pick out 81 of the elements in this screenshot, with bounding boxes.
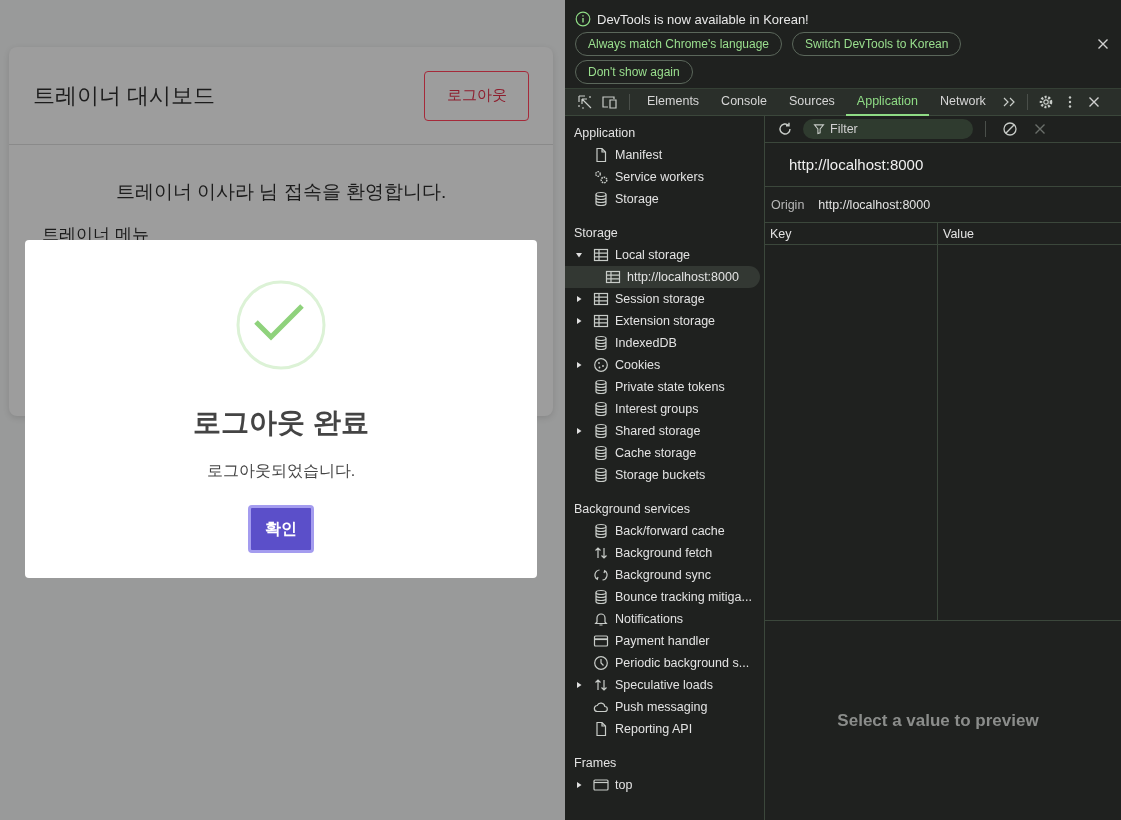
- sidebar-item[interactable]: Payment handler: [565, 630, 760, 652]
- sidebar-item[interactable]: Background sync: [565, 564, 760, 586]
- origin-value: http://localhost:8000: [818, 197, 931, 212]
- page-title: 트레이너 대시보드: [33, 81, 216, 110]
- column-header[interactable]: Key: [765, 223, 937, 245]
- table-icon: [593, 291, 609, 307]
- collapsed-triangle-icon[interactable]: [575, 317, 583, 325]
- sidebar-item[interactable]: Cache storage: [565, 442, 760, 464]
- sidebar-item[interactable]: Local storage: [565, 244, 760, 266]
- sidebar-item[interactable]: Private state tokens: [565, 376, 760, 398]
- window-icon: [593, 777, 609, 793]
- confirm-button[interactable]: 확인: [248, 505, 314, 553]
- database-icon: [593, 423, 609, 439]
- welcome-text: 트레이너 이사라 님 접속을 환영합니다.: [114, 180, 448, 204]
- column-header[interactable]: Value: [937, 223, 1121, 245]
- infobar-message: DevTools is now available in Korean!: [597, 11, 809, 27]
- panel-tab[interactable]: Elements: [636, 88, 711, 116]
- database-icon: [593, 379, 609, 395]
- collapsed-triangle-icon[interactable]: [575, 427, 583, 435]
- sidebar-item[interactable]: Cookies: [565, 354, 760, 376]
- info-icon: [575, 11, 591, 27]
- card-icon: [593, 633, 609, 649]
- cookie-icon: [593, 357, 609, 373]
- file-icon: [593, 721, 609, 737]
- sidebar-item[interactable]: Storage: [565, 188, 760, 210]
- sidebar-section-title: Application: [573, 125, 637, 142]
- sidebar-item[interactable]: http://localhost:8000: [565, 266, 760, 288]
- database-icon: [593, 335, 609, 351]
- database-icon: [593, 191, 609, 207]
- checkmark-icon: [236, 280, 326, 370]
- sidebar-item[interactable]: Extension storage: [565, 310, 760, 332]
- file-icon: [593, 147, 609, 163]
- clock-icon: [593, 655, 609, 671]
- sidebar-item[interactable]: Bounce tracking mitiga...: [565, 586, 760, 608]
- sidebar-item[interactable]: Periodic background s...: [565, 652, 760, 674]
- sidebar-item[interactable]: Interest groups: [565, 398, 760, 420]
- panel-tab[interactable]: Network: [929, 88, 997, 116]
- sidebar-item[interactable]: Speculative loads: [565, 674, 760, 696]
- sidebar-item[interactable]: Background fetch: [565, 542, 760, 564]
- sidebar-item[interactable]: Storage buckets: [565, 464, 760, 486]
- table-icon: [593, 313, 609, 329]
- sync-icon: [593, 567, 609, 583]
- sidebar-section-title: Background services: [573, 501, 692, 518]
- sidebar-item[interactable]: Reporting API: [565, 718, 760, 740]
- panel-tab[interactable]: Application: [845, 88, 929, 116]
- up-down-arrows-icon: [593, 545, 609, 561]
- panel-tab[interactable]: Console: [710, 88, 778, 116]
- sidebar-item[interactable]: IndexedDB: [565, 332, 760, 354]
- origin-title: http://localhost:8000: [765, 143, 1121, 187]
- database-icon: [593, 589, 609, 605]
- sidebar-section-title: Frames: [573, 755, 618, 772]
- database-icon: [593, 401, 609, 417]
- origin-label: Origin: [771, 197, 805, 212]
- sidebar-item[interactable]: Push messaging: [565, 696, 760, 718]
- preview-hint-text: Select a value to preview: [837, 710, 1039, 731]
- table-icon: [605, 269, 621, 285]
- database-icon: [593, 445, 609, 461]
- sidebar-item[interactable]: Back/forward cache: [565, 520, 760, 542]
- bell-icon: [593, 611, 609, 627]
- collapsed-triangle-icon[interactable]: [575, 681, 583, 689]
- gears-icon: [593, 169, 609, 185]
- cloud-icon: [593, 699, 609, 715]
- filter-field[interactable]: Filter: [803, 119, 973, 139]
- sidebar-section-title: Storage: [573, 225, 619, 242]
- sidebar-item[interactable]: Shared storage: [565, 420, 760, 442]
- database-icon: [593, 523, 609, 539]
- sidebar-item[interactable]: Service workers: [565, 166, 760, 188]
- sidebar-item[interactable]: Session storage: [565, 288, 760, 310]
- modal-message: 로그아웃되었습니다.: [206, 461, 356, 481]
- database-icon: [593, 467, 609, 483]
- sidebar-item[interactable]: Notifications: [565, 608, 760, 630]
- panel-tab[interactable]: Sources: [778, 88, 846, 116]
- expanded-triangle-icon[interactable]: [575, 251, 583, 259]
- sidebar-item[interactable]: Manifest: [565, 144, 760, 166]
- collapsed-triangle-icon[interactable]: [575, 295, 583, 303]
- sidebar-item[interactable]: top: [565, 774, 760, 796]
- collapsed-triangle-icon[interactable]: [575, 781, 583, 789]
- modal-title: 로그아웃 완료: [193, 406, 369, 440]
- table-icon: [593, 247, 609, 263]
- collapsed-triangle-icon[interactable]: [575, 361, 583, 369]
- up-down-arrows-icon: [593, 677, 609, 693]
